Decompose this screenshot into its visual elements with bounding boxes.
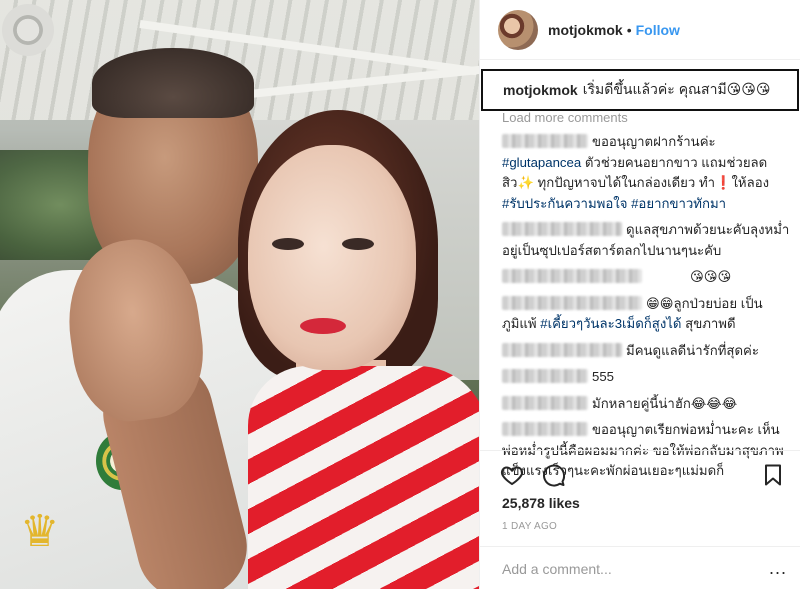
add-comment-input[interactable] — [502, 560, 769, 577]
hashtag-link[interactable]: #รับประกันความพอใจ #อยากขาวทักมา — [502, 196, 726, 211]
load-more-comments-link[interactable]: Load more comments — [502, 110, 628, 122]
avatar[interactable] — [498, 9, 538, 50]
blurred-username[interactable] — [502, 395, 588, 410]
hashtag-link[interactable]: #glutapancea — [502, 155, 581, 170]
action-icons — [500, 463, 566, 489]
list-item: มักหลายคู่นี้น่าฮัก😂😂😂 — [502, 394, 792, 415]
photo-woman-face — [248, 145, 416, 370]
photo-woman-lips — [300, 318, 346, 334]
post-photo[interactable]: ♛ — [0, 0, 479, 589]
follow-button[interactable]: Follow — [636, 22, 680, 38]
photo-shirt-crown: ♛ — [20, 507, 60, 556]
separator-dot: • — [626, 21, 632, 38]
comment-text: 😘😘😘 — [690, 269, 732, 284]
list-item: ดูแลสุขภาพด้วยนะคับลุงหม่ำอยู่เป็นซุปเปอ… — [502, 220, 792, 261]
caption-username[interactable]: motjokmok — [503, 82, 578, 98]
hashtag-link[interactable]: #เคี้ยวๆวันละ3เม็ดก็สูงได้ — [540, 316, 681, 331]
likes-count[interactable]: 25,878 likes — [502, 495, 580, 511]
caption-text: เริ่มดีขึ้นแล้วค่ะ คุณสามี😘😘😘 — [582, 81, 771, 97]
comments-list: ขออนุญาตฝากร้านค่ะ #glutapancea ตัวช่วยค… — [502, 132, 792, 482]
more-options-icon[interactable]: ... — [769, 558, 787, 579]
comment-text: ขออนุญาตฝากร้านค่ะ — [592, 134, 716, 149]
photo-woman-striped-shirt — [248, 366, 479, 589]
blurred-username[interactable] — [502, 422, 588, 436]
bookmark-icon[interactable] — [761, 463, 785, 487]
comment-icon[interactable] — [542, 463, 566, 487]
comment-text: สุขภาพดี — [681, 316, 736, 331]
post-header: motjokmok • Follow — [480, 0, 800, 60]
blurred-username[interactable] — [502, 222, 622, 236]
blurred-username[interactable] — [502, 295, 642, 310]
list-item: มีคนดูแลดีน่ารักที่สุดค่ะ — [502, 341, 792, 362]
comment-text: มักหลายคู่นี้น่าฮัก😂😂😂 — [592, 395, 738, 411]
list-item: 😁😁ลูกป่วยบ่อย เป็นภูมิแพ้ #เคี้ยวๆวันละ3… — [502, 294, 792, 335]
blurred-username[interactable] — [502, 342, 622, 357]
blurred-username[interactable] — [502, 134, 588, 148]
instagram-post: ♛ motjokmok • Follow motjokmok เริ่มดีขึ… — [0, 0, 800, 589]
blurred-username[interactable] — [502, 269, 642, 283]
photo-woman-eye — [342, 238, 374, 250]
post-actions: 25,878 likes 1 DAY AGO ... — [480, 450, 800, 589]
post-timestamp[interactable]: 1 DAY AGO — [502, 521, 557, 532]
comment-text: มีคนดูแลดีน่ารักที่สุดค่ะ — [626, 342, 759, 358]
comment-text: 555 — [592, 369, 615, 384]
caption-highlight-box: motjokmok เริ่มดีขึ้นแล้วค่ะ คุณสามี😘😘😘 — [481, 69, 799, 111]
header-username[interactable]: motjokmok — [548, 22, 623, 38]
photo-ceiling-fan — [2, 4, 54, 56]
post-side-panel: motjokmok • Follow motjokmok เริ่มดีขึ้น… — [479, 0, 800, 589]
comment-composer: ... — [480, 546, 800, 589]
list-item: 555 — [502, 367, 792, 388]
photo-woman-eye — [272, 238, 304, 250]
list-item: 😘😘😘 — [502, 267, 792, 288]
heart-icon[interactable] — [500, 463, 524, 487]
list-item: ขออนุญาตฝากร้านค่ะ #glutapancea ตัวช่วยค… — [502, 132, 792, 214]
photo-man-hair — [92, 48, 254, 118]
blurred-username[interactable] — [502, 369, 588, 383]
